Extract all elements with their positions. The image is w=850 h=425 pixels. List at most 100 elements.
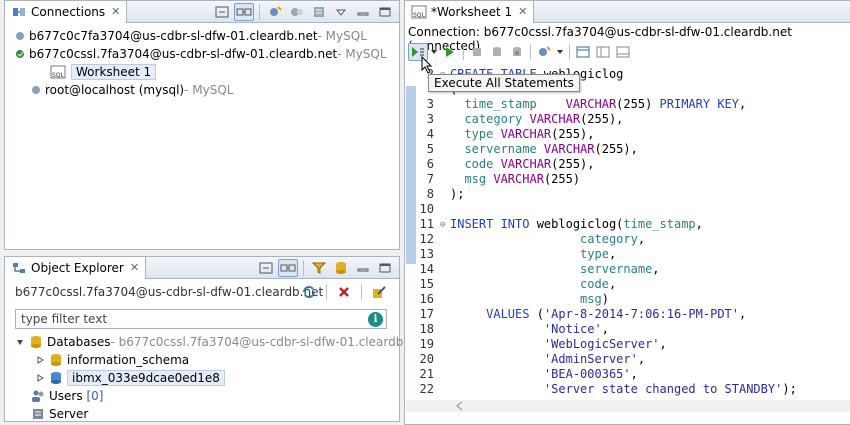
code-token: VARCHAR [529, 112, 581, 126]
line-number: 10 [419, 202, 434, 216]
code-line[interactable]: 18 'Notice', [406, 322, 609, 337]
info-icon[interactable]: i [368, 312, 383, 327]
database-icon[interactable] [331, 259, 351, 277]
collapse-all-icon[interactable] [212, 3, 232, 21]
rollback-icon[interactable] [507, 43, 527, 61]
code-line[interactable]: 20 'AdminServer', [406, 352, 646, 367]
line-number: 7 [426, 172, 434, 186]
maximize-icon[interactable] [375, 3, 395, 21]
code-line[interactable]: 15 code, [406, 277, 617, 292]
close-icon[interactable]: ✕ [518, 5, 527, 18]
fold-icon [440, 352, 450, 367]
sql-editor[interactable]: 2⊖CREATE TABLE weblogiclog(3 time_stamp … [406, 64, 850, 400]
code-line[interactable]: 3 category VARCHAR (255), [406, 112, 624, 127]
line-number: 14 [419, 262, 434, 276]
layout-single-icon[interactable] [613, 43, 633, 61]
stop-icon[interactable] [467, 43, 487, 61]
connections-icon [11, 5, 27, 19]
fold-icon [440, 172, 450, 187]
collapse-all-icon[interactable] [256, 259, 276, 277]
tree-item-worksheet[interactable]: SQL Worksheet 1 [49, 63, 157, 81]
code-token: VARCHAR [565, 97, 617, 111]
link-editor-icon[interactable] [234, 2, 254, 21]
tree-item-connection[interactable]: root@localhost (mysql) - MySQL [31, 81, 233, 99]
delete-icon[interactable] [334, 283, 354, 301]
code-line[interactable]: 12 category, [406, 232, 646, 247]
users-label: Users [49, 389, 83, 403]
code-token: , [695, 217, 703, 231]
tree-item-database[interactable]: ibmx_033e9dcae0ed1e8 [35, 369, 225, 387]
tree-item-database[interactable]: information_schema [35, 351, 189, 369]
code-line[interactable]: 5 servername VARCHAR (255), [406, 142, 638, 157]
edit-icon[interactable] [369, 283, 389, 301]
code-line[interactable]: 11 ⊖ INSERT INTO weblogiclog(time_stamp, [406, 217, 703, 232]
tree-item-users[interactable]: Users [0] [31, 387, 103, 405]
commit-icon[interactable] [487, 43, 507, 61]
code-line[interactable]: 22 'Server state changed to STANDBY'); [406, 382, 797, 397]
maximize-icon[interactable] [375, 259, 395, 277]
code-token: VARCHAR [500, 157, 552, 171]
filter-icon[interactable] [309, 259, 329, 277]
properties-icon[interactable] [309, 3, 329, 21]
minimize-icon[interactable] [353, 259, 373, 277]
code-token: , [608, 247, 617, 261]
tree-item-connection[interactable]: b677c0cssl.7fa3704@us-cdbr-sl-dfw-01.cle… [15, 45, 387, 63]
expanded-arrow-icon [15, 337, 25, 347]
code-line[interactable]: 14 servername, [406, 262, 660, 277]
minimize-icon[interactable] [353, 3, 373, 21]
new-connection-icon[interactable] [265, 3, 285, 21]
code-token: type [450, 127, 501, 141]
code-line[interactable]: 8); [406, 187, 465, 202]
tab-connections[interactable]: Connections ✕ [5, 0, 128, 23]
dropdown-icon[interactable] [554, 43, 566, 61]
code-token: category [450, 112, 530, 126]
layout-vertical-icon[interactable] [593, 43, 613, 61]
link-editor-icon[interactable] [278, 258, 298, 277]
code-line[interactable]: 7 msg VARCHAR (255) [406, 172, 580, 187]
code-line[interactable]: 16 msg) [406, 292, 609, 307]
disconnect-icon[interactable] [287, 3, 307, 21]
tab-worksheet[interactable]: SQL *Worksheet 1 ✕ [405, 0, 535, 23]
tree-item-databases[interactable]: Databases - b677c0cssl.7fa3704@us-cdbr-s… [15, 333, 448, 351]
code-line[interactable]: 17 VALUES ('Apr-8-2014-7:06:16-PM-PDT', [406, 307, 747, 322]
collapsed-arrow-icon [35, 373, 45, 383]
separator [463, 44, 464, 60]
code-line[interactable]: 6 code VARCHAR (255), [406, 157, 595, 172]
code-line[interactable]: 3 time_stamp VARCHAR (255) PRIMARY KEY, [406, 97, 746, 112]
code-token: , [608, 277, 617, 291]
code-line[interactable]: 13 type, [406, 247, 617, 262]
tree-item-connection[interactable]: b677c0c7fa3704@us-cdbr-sl-dfw-01.cleardb… [15, 27, 367, 45]
code-line[interactable]: 19 'WebLogicServer', [406, 337, 667, 352]
scroll-left-icon[interactable] [454, 400, 466, 412]
refresh-icon[interactable] [299, 283, 319, 301]
fold-icon [440, 232, 450, 247]
tree-item-server[interactable]: Server [31, 405, 88, 423]
code-token: 'BEA-000365' [450, 367, 631, 381]
fold-icon[interactable]: ⊖ [440, 217, 450, 232]
tab-object-explorer[interactable]: Object Explorer ✕ [5, 256, 147, 279]
server-label: Server [49, 407, 89, 421]
line-number: 3 [426, 97, 434, 111]
line-number: 5 [426, 142, 434, 156]
code-line[interactable]: 21 'BEA-000365', [406, 367, 638, 382]
execute-icon[interactable] [440, 43, 460, 61]
line-number: 22 [419, 382, 434, 396]
code-token: time_stamp [450, 97, 566, 111]
horizontal-scrollbar[interactable] [406, 400, 850, 412]
code-line[interactable]: 4 type VARCHAR (255), [406, 127, 595, 142]
code-token: 'WebLogicServer' [450, 337, 660, 351]
users-icon [31, 390, 45, 402]
code-token: (255) [543, 172, 581, 186]
fold-icon [440, 337, 450, 352]
editor-toolbar [406, 42, 850, 62]
code-line[interactable]: 10 [406, 202, 450, 217]
line-number: 20 [419, 352, 434, 366]
code-token: (255), [580, 112, 624, 126]
layout-horizontal-icon[interactable] [573, 43, 593, 61]
connection-select-icon[interactable] [534, 43, 554, 61]
view-menu-icon[interactable] [331, 3, 351, 21]
mouse-cursor-icon [421, 56, 433, 74]
close-icon[interactable]: ✕ [130, 261, 139, 274]
close-icon[interactable]: ✕ [111, 5, 120, 18]
filter-input[interactable] [15, 309, 387, 329]
